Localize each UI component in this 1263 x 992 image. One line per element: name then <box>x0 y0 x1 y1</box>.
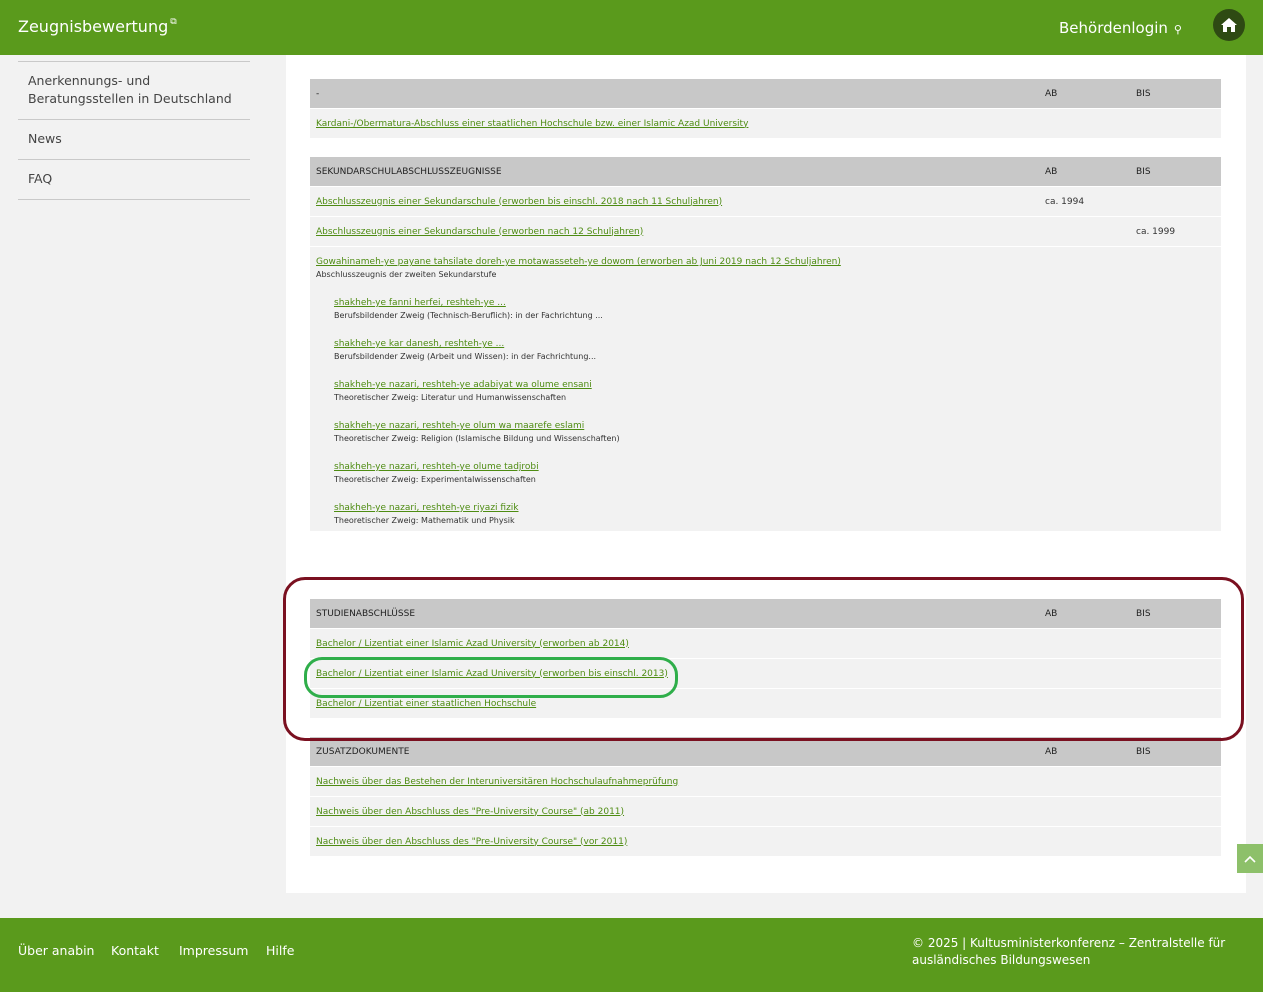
copyright-text: © 2025 | Kultusministerkonferenz – Zentr… <box>912 936 1226 967</box>
chevron-up-icon <box>1244 855 1256 863</box>
table-header-row: - AB BIS <box>310 79 1221 109</box>
authority-login-link[interactable]: Behördenlogin ⚲ <box>1059 19 1182 37</box>
document-link[interactable]: Bachelor / Lizentiat einer staatlichen H… <box>316 699 536 709</box>
table-row: Kardani-/Obermatura-Abschluss einer staa… <box>310 108 1221 138</box>
document-link[interactable]: Nachweis über den Abschluss des "Pre-Uni… <box>316 807 624 817</box>
column-header-bis: BIS <box>1130 79 1221 109</box>
column-header-ab: AB <box>1039 79 1130 109</box>
sub-document-description: Berufsbildender Zweig (Technisch-Berufli… <box>334 311 603 320</box>
back-to-top-button[interactable] <box>1237 844 1263 873</box>
sidebar-item-news[interactable]: News <box>18 119 250 159</box>
table-kardani: - AB BIS Kardani-/Obermatura-Abschluss e… <box>310 79 1221 138</box>
table-header-row: ZUSATZDOKUMENTE AB BIS <box>310 737 1221 767</box>
column-header-ab: AB <box>1039 157 1130 187</box>
sub-document-link[interactable]: shakheh-ye kar danesh, reshteh-ye ... <box>334 339 504 349</box>
document-link[interactable]: Abschlusszeugnis einer Sekundarschule (e… <box>316 197 722 207</box>
column-header-bis: BIS <box>1130 599 1221 629</box>
footer-link-help[interactable]: Hilfe <box>266 943 294 958</box>
home-icon <box>1221 18 1237 32</box>
sub-document-link[interactable]: shakheh-ye nazari, reshteh-ye adabiyat w… <box>334 380 592 390</box>
valid-until-value: ca. 1999 <box>1130 216 1221 247</box>
table-additional-documents: ZUSATZDOKUMENTE AB BIS Nachweis über das… <box>310 737 1221 856</box>
sidebar-item-faq[interactable]: FAQ <box>18 159 250 200</box>
valid-from-value: ca. 1994 <box>1039 186 1130 217</box>
sub-document-link[interactable]: shakheh-ye nazari, reshteh-ye olume tadj… <box>334 462 539 472</box>
sidebar-item-anerkennungsstellen[interactable]: Anerkennungs- und Beratungsstellen in De… <box>18 61 250 119</box>
column-header-type: SEKUNDARSCHULABSCHLUSSZEUGNISSE <box>310 157 1039 187</box>
user-icon: ⚲ <box>1173 23 1182 36</box>
sub-document-description: Theoretischer Zweig: Religion (Islamisch… <box>334 434 620 443</box>
table-row: Abschlusszeugnis einer Sekundarschule (e… <box>310 216 1221 247</box>
sub-document-description: Theoretischer Zweig: Literatur und Human… <box>334 393 567 402</box>
top-bar: Zeugnisbewertung ⧉ Behördenlogin ⚲ <box>0 0 1263 55</box>
column-header-ab: AB <box>1039 599 1130 629</box>
home-button[interactable] <box>1213 9 1245 41</box>
sub-document-link[interactable]: shakheh-ye fanni herfei, reshteh-ye ... <box>334 298 506 308</box>
sidebar-item-label: FAQ <box>28 171 53 186</box>
document-description: Abschlusszeugnis der zweiten Sekundarstu… <box>316 270 497 279</box>
document-link[interactable]: Bachelor / Lizentiat einer Islamic Azad … <box>316 639 629 649</box>
table-header-row: STUDIENABSCHLÜSSE AB BIS <box>310 599 1221 629</box>
footer-link-contact[interactable]: Kontakt <box>111 943 159 958</box>
footer: Über anabin Kontakt Impressum Hilfe © 20… <box>0 918 1263 992</box>
document-link[interactable]: Nachweis über den Abschluss des "Pre-Uni… <box>316 837 627 847</box>
sidebar-item-label: Anerkennungs- und Beratungsstellen in De… <box>28 73 232 106</box>
sub-document-description: Theoretischer Zweig: Experimentalwissens… <box>334 475 536 484</box>
table-degrees: STUDIENABSCHLÜSSE AB BIS Bachelor / Lize… <box>310 599 1221 718</box>
table-row: Nachweis über den Abschluss des "Pre-Uni… <box>310 796 1221 827</box>
document-link[interactable]: Abschlusszeugnis einer Sekundarschule (e… <box>316 227 643 237</box>
sidebar-item-label: News <box>28 131 62 146</box>
column-header-type: STUDIENABSCHLÜSSE <box>310 599 1039 629</box>
column-header-type: ZUSATZDOKUMENTE <box>310 737 1039 767</box>
sidebar-nav: Anerkennungs- und Beratungsstellen in De… <box>18 61 250 200</box>
sub-document-description: Berufsbildender Zweig (Arbeit und Wissen… <box>334 352 597 361</box>
sub-document-link[interactable]: shakheh-ye nazari, reshteh-ye riyazi fiz… <box>334 503 519 513</box>
table-row: Bachelor / Lizentiat einer staatlichen H… <box>310 688 1221 718</box>
external-link-icon: ⧉ <box>170 17 177 27</box>
table-secondary-certificates: SEKUNDARSCHULABSCHLUSSZEUGNISSE AB BIS A… <box>310 157 1221 531</box>
document-link[interactable]: Kardani-/Obermatura-Abschluss einer staa… <box>316 119 748 129</box>
column-header-ab: AB <box>1039 737 1130 767</box>
brand-link[interactable]: Zeugnisbewertung ⧉ <box>18 17 177 36</box>
document-link[interactable]: Bachelor / Lizentiat einer Islamic Azad … <box>316 669 668 679</box>
table-row: Gowahinameh-ye payane tahsilate doreh-ye… <box>310 246 1221 531</box>
document-link[interactable]: Nachweis über das Bestehen der Interuniv… <box>316 777 678 787</box>
footer-link-imprint[interactable]: Impressum <box>179 943 248 958</box>
column-header-bis: BIS <box>1130 157 1221 187</box>
table-row: Bachelor / Lizentiat einer Islamic Azad … <box>310 628 1221 659</box>
content-panel: - AB BIS Kardani-/Obermatura-Abschluss e… <box>286 55 1246 893</box>
column-header-bis: BIS <box>1130 737 1221 767</box>
table-header-row: SEKUNDARSCHULABSCHLUSSZEUGNISSE AB BIS <box>310 157 1221 187</box>
table-row: Abschlusszeugnis einer Sekundarschule (e… <box>310 186 1221 217</box>
table-row: Bachelor / Lizentiat einer Islamic Azad … <box>310 658 1221 689</box>
sub-document-description: Theoretischer Zweig: Mathematik und Phys… <box>334 516 515 525</box>
footer-link-about[interactable]: Über anabin <box>18 943 94 958</box>
table-row: Nachweis über das Bestehen der Interuniv… <box>310 766 1221 797</box>
document-link[interactable]: Gowahinameh-ye payane tahsilate doreh-ye… <box>316 257 841 267</box>
column-header-type: - <box>310 79 1039 109</box>
login-label: Behördenlogin <box>1059 19 1168 37</box>
brand-label: Zeugnisbewertung <box>18 17 169 36</box>
sub-document-link[interactable]: shakheh-ye nazari, reshteh-ye olum wa ma… <box>334 421 584 431</box>
table-row: Nachweis über den Abschluss des "Pre-Uni… <box>310 826 1221 856</box>
